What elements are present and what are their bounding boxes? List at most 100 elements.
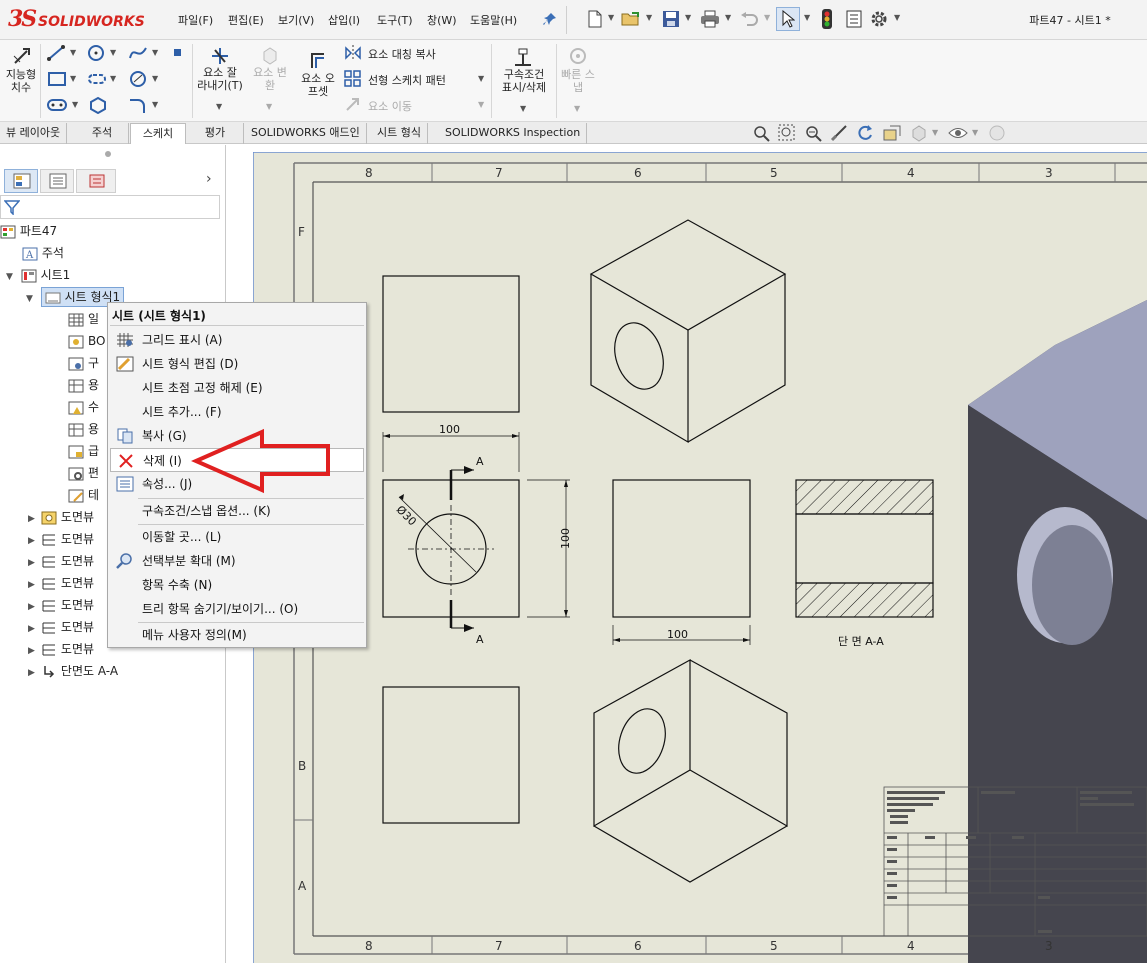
- circle-icon[interactable]: [86, 44, 106, 62]
- drawing-sheet[interactable]: Ø30 A A 100 100 100 단 면 A-A 8 7 6 5 4 3 …: [253, 152, 1147, 963]
- chevron-down-icon[interactable]: ▼: [764, 13, 770, 22]
- zoom-to-fit-icon[interactable]: [752, 124, 770, 142]
- display-delete-relations-button[interactable]: 구속조건 표시/삭제 ▼: [496, 44, 552, 116]
- convert-entities-button[interactable]: 요소 변 환 ▼: [248, 44, 292, 116]
- menu-item-zoom-to-selection[interactable]: 선택부분 확대 (M): [110, 549, 364, 573]
- tab-evaluate[interactable]: 평가: [187, 123, 244, 144]
- expand-arrow-icon[interactable]: ▶: [28, 624, 35, 634]
- chevron-right-icon[interactable]: ›: [206, 171, 212, 187]
- spline-icon[interactable]: [128, 44, 148, 62]
- chevron-down-icon[interactable]: ▼: [932, 128, 938, 137]
- tab-annotation[interactable]: 주석: [76, 123, 129, 144]
- section-label-bottom[interactable]: A: [476, 633, 484, 646]
- chevron-down-icon[interactable]: ▼: [152, 48, 158, 57]
- menu-edit[interactable]: 편집(E): [228, 12, 264, 28]
- tree-filter-box[interactable]: [0, 195, 220, 219]
- menu-item-hide-show-tree-items[interactable]: 트리 항목 숨기기/보이기... (O): [110, 597, 364, 621]
- chevron-down-icon[interactable]: ▼: [478, 100, 484, 109]
- tree-item-child[interactable]: 용: [68, 418, 99, 440]
- tree-item-annotations[interactable]: A 주석: [22, 242, 64, 264]
- pan-icon[interactable]: [830, 124, 848, 142]
- save-icon[interactable]: [660, 9, 682, 29]
- file-properties-icon[interactable]: [843, 9, 865, 29]
- tree-item-child[interactable]: 급: [68, 440, 99, 462]
- view-orientation-icon[interactable]: [910, 124, 928, 142]
- tree-item-drawing-view[interactable]: ▶ 도면뷰: [0, 506, 94, 528]
- tree-item-drawing-view[interactable]: ▶ 도면뷰: [0, 572, 94, 594]
- expand-arrow-icon[interactable]: ▶: [28, 646, 35, 656]
- solidworks-logo[interactable]: 3S SOLIDWORKS: [8, 6, 150, 34]
- section-view-caption[interactable]: 단 면 A-A: [838, 635, 884, 648]
- chevron-down-icon[interactable]: ▼: [972, 128, 978, 137]
- dimension-100-bottom[interactable]: 100: [667, 628, 688, 641]
- open-folder-icon[interactable]: [620, 9, 642, 29]
- linear-pattern-label[interactable]: 선형 스케치 패턴: [368, 72, 446, 88]
- chevron-down-icon[interactable]: ▼: [574, 104, 580, 113]
- expand-arrow-icon[interactable]: ▶: [28, 580, 35, 590]
- expand-arrow-icon[interactable]: ▶: [28, 514, 35, 524]
- appearance-icon[interactable]: [988, 124, 1006, 142]
- tree-item-drawing-view[interactable]: ▶ 도면뷰: [0, 550, 94, 572]
- chevron-down-icon[interactable]: ▼: [70, 48, 76, 57]
- undo-icon[interactable]: [738, 9, 760, 29]
- chevron-down-icon[interactable]: ▼: [804, 13, 810, 22]
- expand-arrow-icon[interactable]: ▶: [28, 602, 35, 612]
- menu-item-show-grid[interactable]: 그리드 표시 (A): [110, 328, 364, 352]
- tab-solidworks-inspection[interactable]: SOLIDWORKS Inspection: [439, 123, 588, 144]
- tree-item-drawing-view[interactable]: ▶ 도면뷰: [0, 594, 94, 616]
- diameter-dimension[interactable]: Ø30: [394, 503, 419, 528]
- arc-icon[interactable]: [128, 70, 148, 88]
- panel-collapse-dot[interactable]: [105, 151, 111, 157]
- rotate-view-icon[interactable]: [856, 124, 874, 142]
- chevron-down-icon[interactable]: ▼: [685, 13, 691, 22]
- tree-item-sheet[interactable]: ▼ 시트1: [0, 264, 70, 286]
- chevron-down-icon[interactable]: ▼: [478, 74, 484, 83]
- chevron-down-icon[interactable]: ▼: [110, 48, 116, 57]
- tab-view-layout[interactable]: 뷰 레이아웃: [0, 123, 68, 144]
- select-pointer-icon[interactable]: [776, 7, 800, 31]
- zoom-to-area-icon[interactable]: [778, 124, 796, 142]
- options-gear-icon[interactable]: [868, 9, 890, 29]
- menu-item-collapse-items[interactable]: 항목 수축 (N): [110, 573, 364, 597]
- tree-item-child[interactable]: 편: [68, 462, 99, 484]
- tree-item-part[interactable]: 파트47: [0, 220, 57, 242]
- rebuild-traffic-light-icon[interactable]: [818, 9, 836, 29]
- tab-solidworks-addins[interactable]: SOLIDWORKS 애드인: [245, 123, 367, 144]
- feature-manager-tab[interactable]: [4, 169, 38, 193]
- menu-item-relations-snaps-options[interactable]: 구속조건/스냅 옵션... (K): [110, 499, 364, 523]
- dimension-100-top[interactable]: 100: [439, 423, 460, 436]
- tree-item-child[interactable]: BO: [68, 330, 105, 352]
- tree-item-child[interactable]: 구: [68, 352, 99, 374]
- tree-item-child[interactable]: 일: [68, 308, 99, 330]
- sketch-fillet-icon[interactable]: [128, 96, 148, 114]
- pin-icon[interactable]: [541, 9, 559, 29]
- tree-item-child[interactable]: 수: [68, 396, 99, 418]
- chevron-down-icon[interactable]: ▼: [266, 102, 272, 111]
- chevron-down-icon[interactable]: ▼: [216, 102, 222, 111]
- new-document-icon[interactable]: [585, 9, 605, 29]
- menu-item-add-sheet[interactable]: 시트 추가... (F): [110, 400, 364, 424]
- configuration-manager-tab[interactable]: [76, 169, 116, 193]
- expand-arrow-icon[interactable]: ▶: [28, 558, 35, 568]
- menu-file[interactable]: 파일(F): [178, 12, 213, 28]
- offset-entities-button[interactable]: 요소 오 프셋: [296, 44, 340, 116]
- mirror-entities-icon[interactable]: [344, 44, 362, 62]
- tree-item-child[interactable]: 테: [68, 484, 99, 506]
- menu-help[interactable]: 도움말(H): [470, 12, 517, 28]
- tree-item-drawing-view[interactable]: ▶ 도면뷰: [0, 616, 94, 638]
- line-icon[interactable]: [46, 44, 66, 62]
- tree-item-drawing-view[interactable]: ▶ 도면뷰: [0, 638, 94, 660]
- chevron-down-icon[interactable]: ▼: [894, 13, 900, 22]
- menu-window[interactable]: 창(W): [427, 12, 457, 28]
- slot-icon[interactable]: [86, 70, 108, 88]
- menu-insert[interactable]: 삽입(I): [328, 12, 360, 28]
- menu-item-go-to[interactable]: 이동할 곳... (L): [110, 525, 364, 549]
- menu-tools[interactable]: 도구(T): [377, 12, 413, 28]
- 3d-drawing-view-icon[interactable]: [882, 124, 902, 142]
- polygon-icon[interactable]: [88, 96, 108, 114]
- menu-item-unlock-sheet-focus[interactable]: 시트 초점 고정 해제 (E): [110, 376, 364, 400]
- chevron-down-icon[interactable]: ▼: [725, 13, 731, 22]
- chevron-down-icon[interactable]: ▼: [72, 100, 78, 109]
- linear-pattern-icon[interactable]: [344, 70, 362, 88]
- chevron-down-icon[interactable]: ▼: [608, 13, 614, 22]
